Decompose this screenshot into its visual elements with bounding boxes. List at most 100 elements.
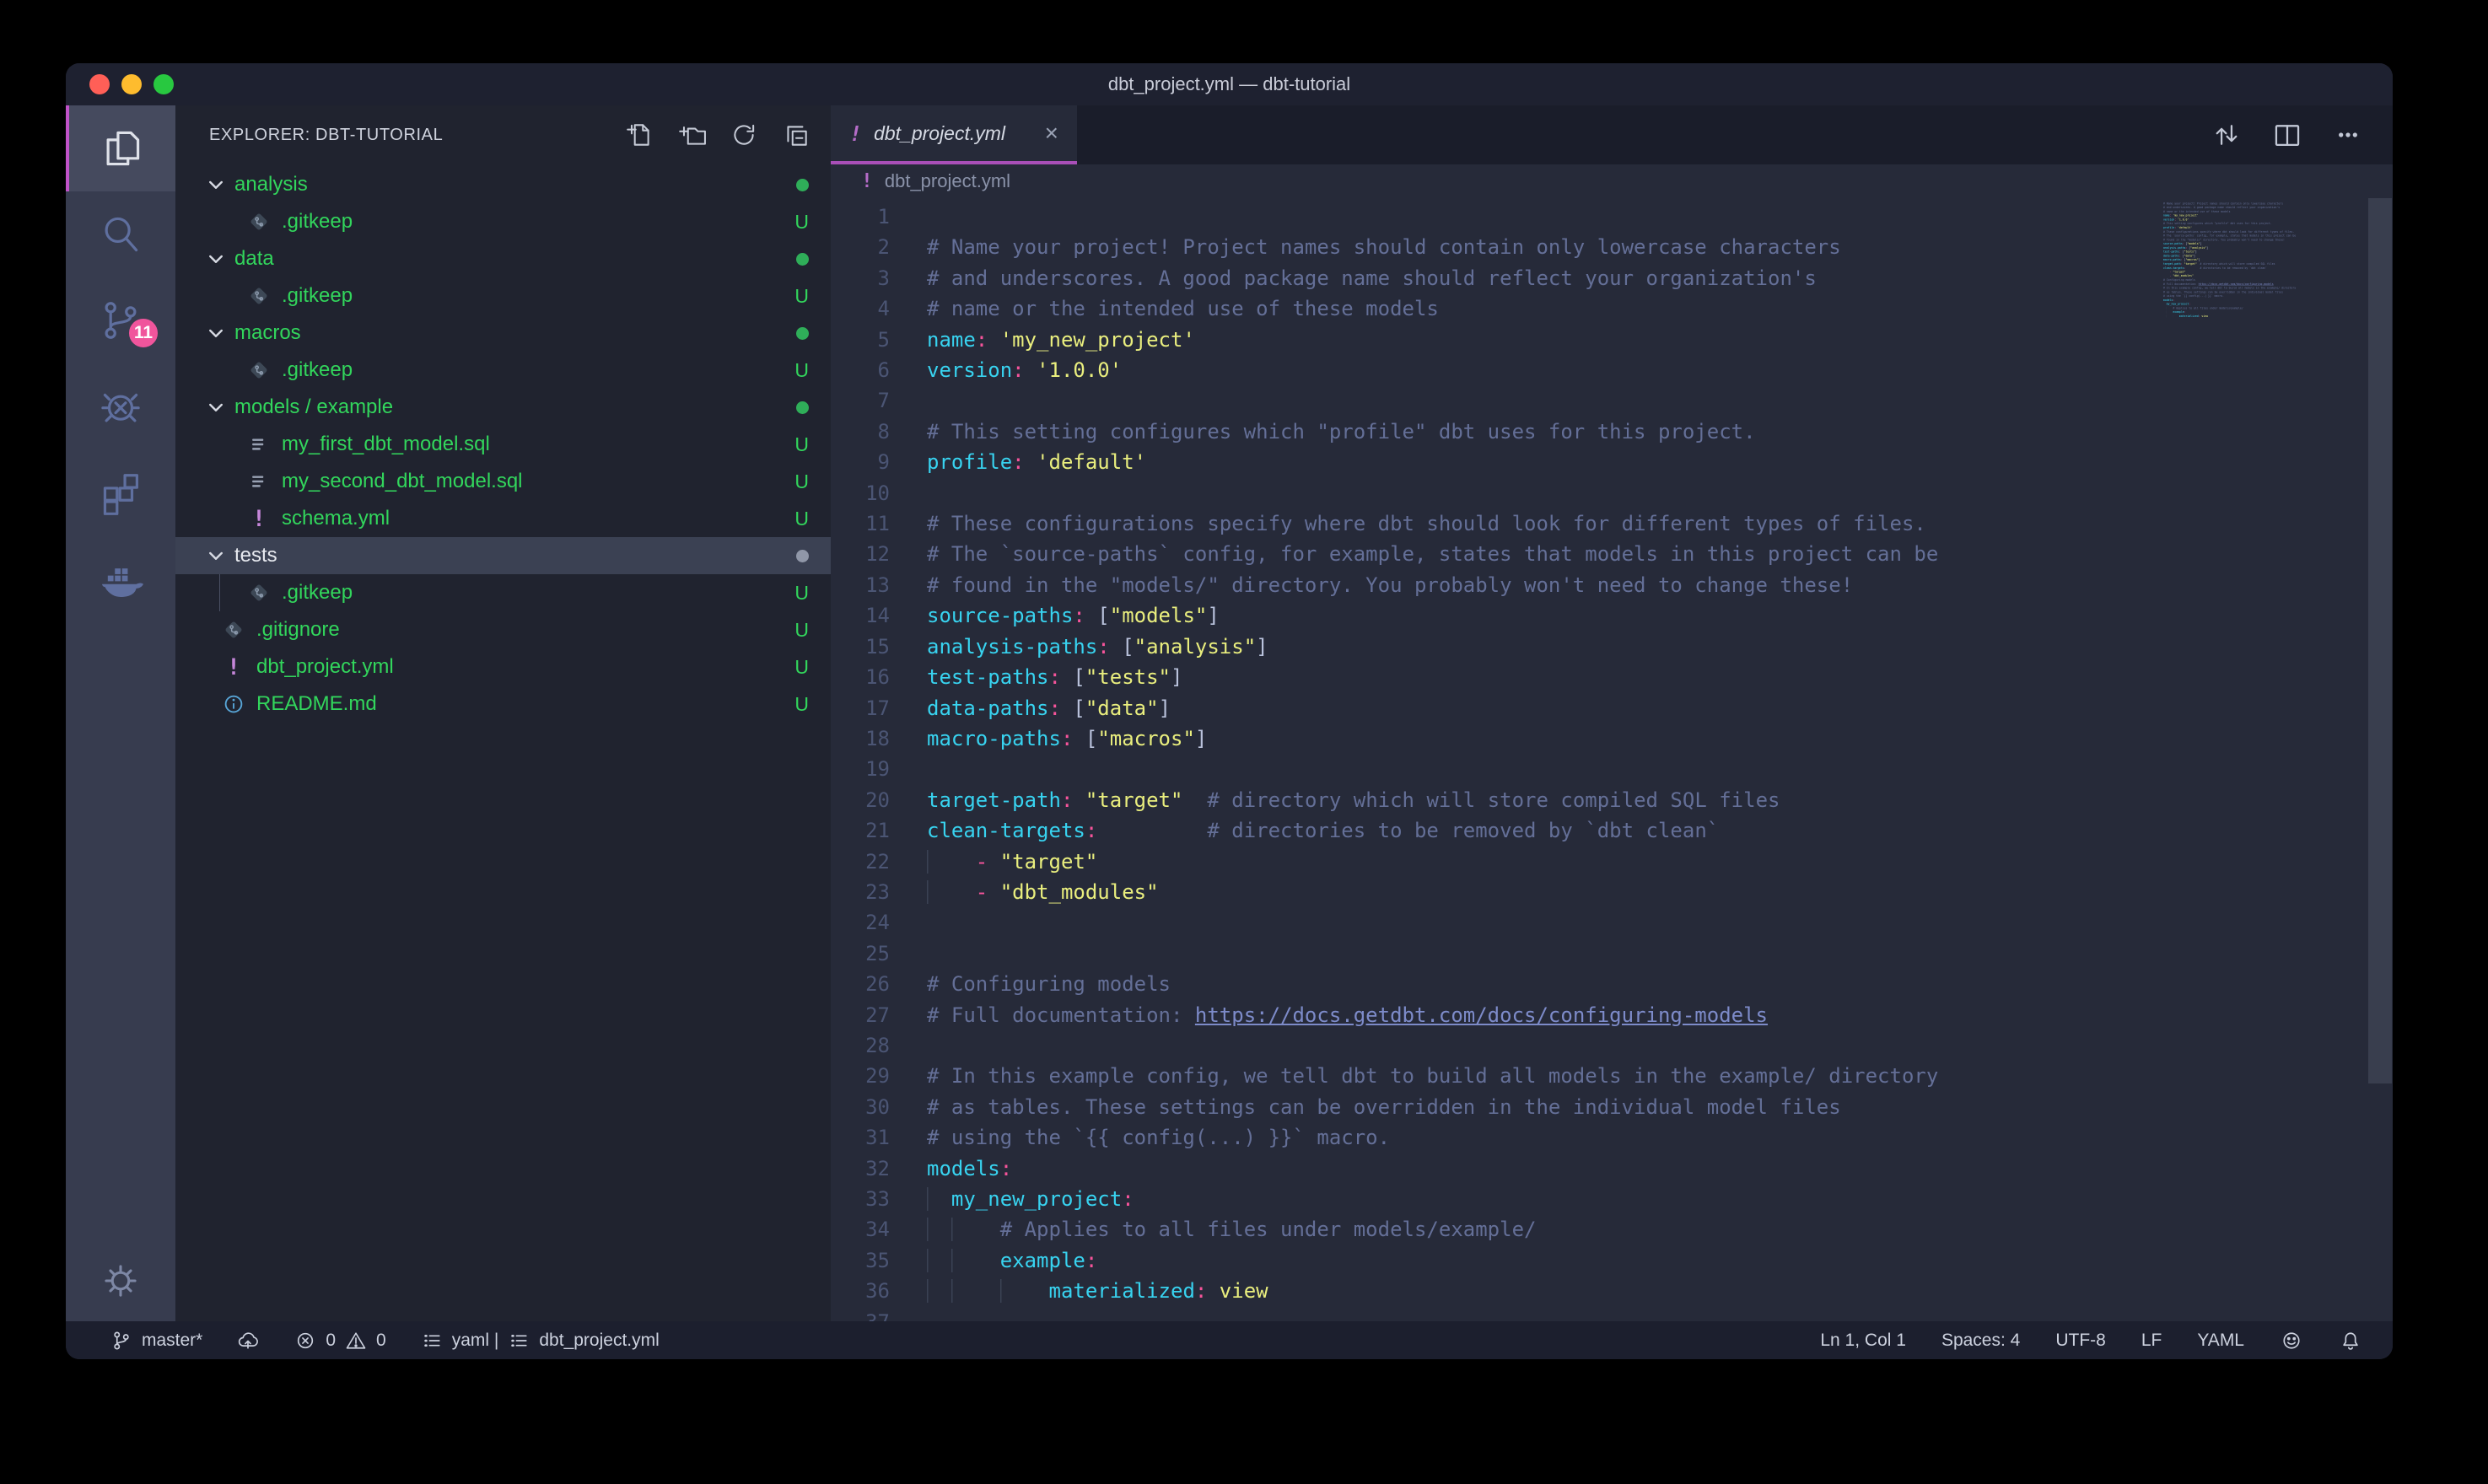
activity-item-search[interactable] (66, 191, 175, 277)
tree-item-dbt-project-yml[interactable]: !dbt_project.ymlU (175, 648, 831, 686)
code-line[interactable]: 16test-paths: ["tests"] (831, 662, 2155, 692)
tree-item--gitignore[interactable]: .gitignoreU (175, 611, 831, 648)
tree-item-data[interactable]: data (175, 240, 831, 277)
code-line[interactable]: 30# as tables. These settings can be ove… (831, 1092, 2155, 1122)
code-line[interactable]: 10 (831, 478, 2155, 508)
status-git-branch[interactable]: master* (110, 1329, 202, 1352)
code-line[interactable]: 33 my_new_project: (831, 1184, 2155, 1214)
code-line[interactable]: 9profile: 'default' (831, 447, 2155, 477)
tab-label: dbt_project.yml (874, 122, 1005, 145)
gear-icon (99, 1259, 143, 1303)
code-line[interactable]: 28 (831, 1030, 2155, 1061)
git-status-dot (796, 550, 809, 562)
code-line[interactable]: 14source-paths: ["models"] (831, 600, 2155, 631)
editor-scrollbar[interactable] (2368, 198, 2392, 1083)
tree-item-my-first-dbt-model-sql[interactable]: my_first_dbt_model.sqlU (175, 426, 831, 463)
tree-item-analysis[interactable]: analysis (175, 166, 831, 203)
activity-item-source-control[interactable]: 11 (66, 277, 175, 363)
docker-icon (98, 556, 143, 601)
code-editor[interactable]: 12# Name your project! Project names sho… (831, 198, 2393, 1321)
status-file-outline[interactable]: yaml |dbt_project.yml (420, 1329, 660, 1352)
activity-item-docker[interactable] (66, 535, 175, 621)
tree-item--gitkeep[interactable]: .gitkeepU (175, 203, 831, 240)
code-line[interactable]: 15analysis-paths: ["analysis"] (831, 632, 2155, 662)
tree-item-label: models / example (234, 395, 393, 419)
code-line[interactable]: 31# using the `{{ config(...) }}` macro. (831, 1122, 2155, 1153)
code-line[interactable]: 1 (831, 202, 2155, 232)
code-line[interactable]: 7 (831, 385, 2155, 416)
code-line[interactable]: 4# name or the intended use of these mod… (831, 293, 2155, 324)
tree-item-tests[interactable]: tests (175, 537, 831, 574)
code-line[interactable]: 35 example: (831, 1245, 2155, 1276)
tree-item--gitkeep[interactable]: .gitkeepU (175, 352, 831, 389)
code-line[interactable]: 19 (831, 754, 2155, 784)
tree-item-label: schema.yml (282, 507, 390, 530)
code-line[interactable]: 22 - "target" (831, 847, 2155, 877)
line-number: 35 (831, 1245, 908, 1276)
breadcrumb[interactable]: ! dbt_project.yml (831, 164, 2393, 198)
status-publish-changes[interactable] (236, 1329, 260, 1352)
tree-item--gitkeep[interactable]: .gitkeepU (175, 277, 831, 315)
line-number: 36 (831, 1276, 908, 1306)
code-line[interactable]: 12# The `source-paths` config, for examp… (831, 539, 2155, 569)
code-lines[interactable]: 12# Name your project! Project names sho… (831, 202, 2155, 1321)
code-line[interactable]: 37 (831, 1307, 2155, 1321)
tree-item-my-second-dbt-model-sql[interactable]: my_second_dbt_model.sqlU (175, 463, 831, 500)
chevron-down-icon (206, 397, 228, 417)
code-line[interactable]: 23 - "dbt_modules" (831, 877, 2155, 907)
activity-item-extensions[interactable] (66, 449, 175, 535)
code-line[interactable]: 27# Full documentation: https://docs.get… (831, 1000, 2155, 1030)
tree-item-label: .gitkeep (282, 358, 353, 382)
open-changes-button[interactable] (2211, 119, 2243, 151)
code-line[interactable]: 6version: '1.0.0' (831, 355, 2155, 385)
split-editor-button[interactable] (2271, 119, 2303, 151)
status-eol[interactable]: LF (2141, 1331, 2162, 1351)
files-icon (100, 126, 145, 171)
activity-item-explorer[interactable] (66, 105, 175, 191)
activity-item-debug[interactable] (66, 363, 175, 449)
status-cursor-position[interactable]: Ln 1, Col 1 (1820, 1331, 1906, 1351)
code-line[interactable]: 36 materialized: view (831, 1276, 2155, 1306)
line-number: 26 (831, 969, 908, 999)
more-actions-button[interactable] (2332, 119, 2364, 151)
extensions-icon (98, 470, 143, 515)
tab-dbt-project-yml[interactable]: ! dbt_project.yml × (831, 105, 1077, 164)
status-encoding[interactable]: UTF-8 (2055, 1331, 2106, 1351)
new-file-button[interactable] (625, 121, 654, 149)
status-problems[interactable]: 00 (293, 1329, 385, 1352)
tab-close-icon[interactable]: × (1031, 120, 1058, 147)
line-number: 32 (831, 1153, 908, 1184)
minimap[interactable]: # Name your project! Project names shoul… (2163, 202, 2366, 1321)
code-line[interactable]: 11# These configurations specify where d… (831, 508, 2155, 539)
tree-item--gitkeep[interactable]: .gitkeepU (175, 574, 831, 611)
code-line[interactable]: 5name: 'my_new_project' (831, 325, 2155, 355)
code-line[interactable]: 18macro-paths: ["macros"] (831, 723, 2155, 754)
code-line[interactable]: 24 (831, 907, 2155, 938)
code-line[interactable]: 34 # Applies to all files under models/e… (831, 1214, 2155, 1245)
code-line[interactable]: 17data-paths: ["data"] (831, 693, 2155, 723)
status-feedback[interactable] (2280, 1329, 2303, 1352)
code-line[interactable]: 32models: (831, 1153, 2155, 1184)
tree-item-readme-md[interactable]: README.mdU (175, 686, 831, 723)
code-line[interactable]: 26# Configuring models (831, 969, 2155, 999)
status-notifications[interactable] (2339, 1329, 2362, 1352)
collapse-all-button[interactable] (782, 121, 810, 149)
code-line[interactable]: 2# Name your project! Project names shou… (831, 232, 2155, 262)
code-line[interactable]: 21clean-targets: # directories to be rem… (831, 815, 2155, 846)
code-line[interactable]: 25 (831, 938, 2155, 969)
line-number: 7 (831, 385, 908, 416)
settings-button[interactable] (99, 1259, 143, 1303)
diff-icon (2211, 119, 2243, 151)
code-line[interactable]: 8# This setting configures which "profil… (831, 417, 2155, 447)
status-language-mode[interactable]: YAML (2197, 1331, 2244, 1351)
code-line[interactable]: 13# found in the "models/" directory. Yo… (831, 570, 2155, 600)
tree-item-models-example[interactable]: models / example (175, 389, 831, 426)
code-line[interactable]: 3# and underscores. A good package name … (831, 263, 2155, 293)
refresh-button[interactable] (730, 121, 758, 149)
code-line[interactable]: 20target-path: "target" # directory whic… (831, 785, 2155, 815)
new-folder-button[interactable] (677, 121, 706, 149)
tree-item-schema-yml[interactable]: !schema.ymlU (175, 500, 831, 537)
status-indentation[interactable]: Spaces: 4 (1941, 1331, 2020, 1351)
tree-item-macros[interactable]: macros (175, 315, 831, 352)
code-line[interactable]: 29# In this example config, we tell dbt … (831, 1061, 2155, 1091)
